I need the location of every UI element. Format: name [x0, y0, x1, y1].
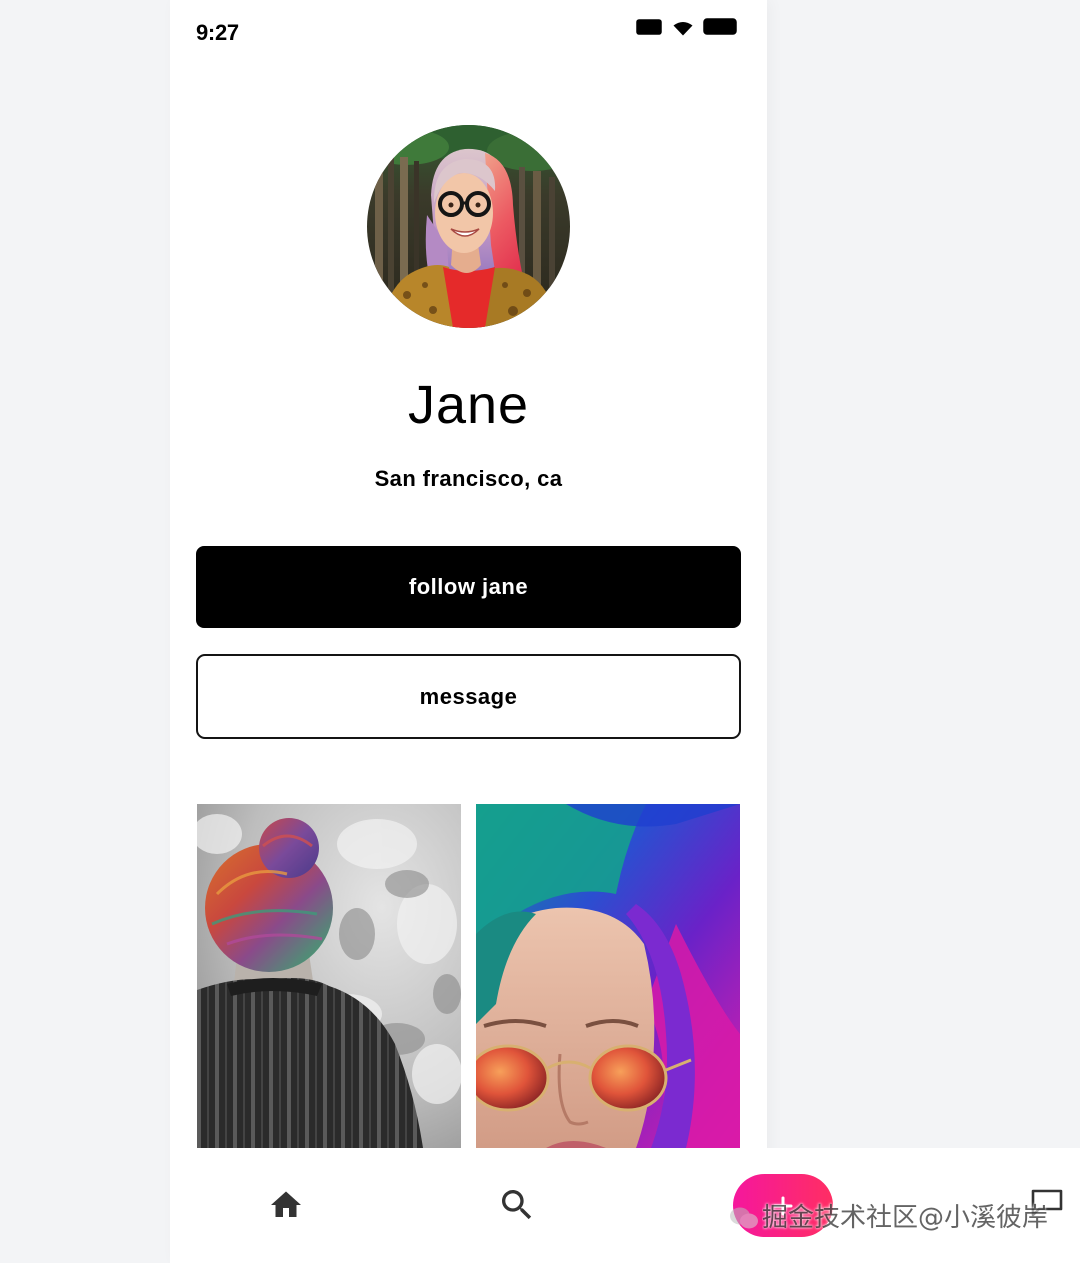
search-icon	[502, 1190, 532, 1220]
gallery-photo-image	[476, 804, 740, 1148]
message-button[interactable]: message	[196, 654, 741, 739]
follow-button[interactable]: follow jane	[196, 546, 741, 628]
signal-icon	[636, 19, 662, 35]
message-button-label: message	[419, 683, 518, 709]
battery-icon	[703, 18, 737, 35]
profile-name: Jane	[407, 375, 530, 435]
home-icon	[271, 1191, 301, 1217]
gallery-photo[interactable]	[476, 804, 740, 1148]
profile-location: San francisco, ca	[374, 466, 563, 491]
nav-home-button[interactable]	[268, 1187, 304, 1223]
bottom-nav	[170, 1148, 1080, 1263]
avatar-photo	[367, 125, 570, 328]
status-time: 9:27	[196, 20, 239, 45]
profile-screen: 9:27 Jane San francisco, ca follow jane …	[170, 0, 767, 1263]
add-icon	[773, 1196, 793, 1215]
nav-search-button[interactable]	[497, 1185, 537, 1225]
nav-messages-button[interactable]	[1030, 1188, 1064, 1218]
wifi-icon	[673, 21, 693, 36]
follow-button-label: follow jane	[408, 574, 529, 599]
gallery-photo-image	[197, 804, 461, 1148]
gallery-photo[interactable]	[197, 804, 461, 1148]
add-post-button[interactable]	[733, 1174, 833, 1237]
avatar	[367, 125, 570, 328]
chat-icon	[1031, 1189, 1063, 1217]
